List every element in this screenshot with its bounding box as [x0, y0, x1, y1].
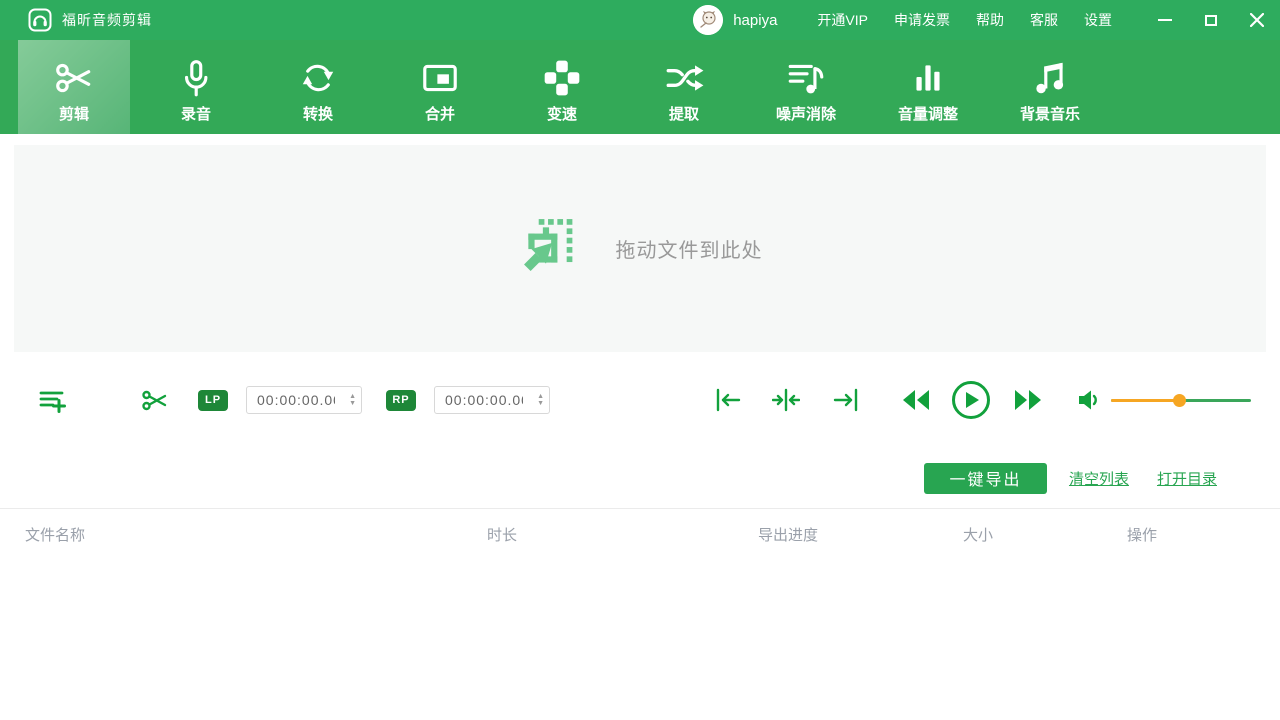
fast-forward-button[interactable] — [1014, 389, 1042, 411]
tab-denoise[interactable]: 噪声消除 — [750, 40, 862, 134]
music-note-icon — [1029, 55, 1071, 101]
maximize-button[interactable] — [1188, 0, 1234, 40]
fast-forward-icon — [1014, 389, 1042, 411]
tab-label: 合并 — [425, 103, 455, 124]
rewind-icon — [902, 389, 930, 411]
play-icon — [966, 392, 980, 408]
tab-label: 剪辑 — [59, 103, 89, 124]
volume-slider-fill — [1111, 399, 1180, 402]
close-icon — [1250, 13, 1264, 27]
jump-to-cursor-button[interactable] — [772, 388, 800, 412]
left-point-time-input[interactable] — [247, 392, 335, 408]
tab-label: 背景音乐 — [1020, 103, 1080, 124]
export-row: 一键导出 清空列表 打开目录 — [0, 448, 1280, 508]
tab-clip[interactable]: 剪辑 — [18, 40, 130, 134]
left-point-badge[interactable]: LP — [198, 390, 228, 411]
tab-merge[interactable]: 合并 — [384, 40, 496, 134]
jump-start-icon — [714, 388, 742, 412]
drag-drop-icon — [518, 217, 576, 280]
export-all-button[interactable]: 一键导出 — [924, 463, 1047, 494]
spinner-up-icon[interactable]: ▲ — [349, 393, 356, 400]
window-controls — [1142, 0, 1280, 40]
column-header-export-progress: 导出进度 — [758, 524, 818, 545]
menu-invoice[interactable]: 申请发票 — [894, 10, 950, 30]
spinner-down-icon[interactable]: ▼ — [537, 400, 544, 407]
drop-hint-text: 拖动文件到此处 — [616, 234, 763, 263]
microphone-icon — [175, 55, 217, 101]
add-to-list-button[interactable] — [38, 386, 66, 414]
volume-slider[interactable] — [1111, 393, 1251, 407]
titlebar: 福昕音频剪辑 hapiya 开通VIP 申请发票 帮助 客服 设置 — [0, 0, 1280, 40]
column-header-duration: 时长 — [487, 524, 517, 545]
scissors-icon — [53, 55, 95, 101]
rewind-button[interactable] — [902, 389, 930, 411]
app-branding: 福昕音频剪辑 — [0, 8, 152, 32]
tab-label: 变速 — [547, 103, 577, 124]
minimize-icon — [1158, 19, 1172, 21]
jump-to-start-button[interactable] — [714, 388, 742, 412]
tab-label: 噪声消除 — [776, 103, 836, 124]
tab-background-music[interactable]: 背景音乐 — [994, 40, 1106, 134]
cut-button[interactable] — [141, 387, 168, 414]
convert-arrows-icon — [297, 55, 339, 101]
titlebar-right: hapiya 开通VIP 申请发票 帮助 客服 设置 — [693, 0, 1280, 40]
lp-spinner: ▲ ▼ — [349, 387, 356, 413]
tab-volume-adjust[interactable]: 音量调整 — [872, 40, 984, 134]
tab-record[interactable]: 录音 — [140, 40, 252, 134]
jump-to-end-button[interactable] — [832, 388, 860, 412]
tab-label: 音量调整 — [898, 103, 958, 124]
right-point-time-input[interactable] — [435, 392, 523, 408]
menu-support[interactable]: 客服 — [1030, 10, 1058, 30]
menu-open-vip[interactable]: 开通VIP — [817, 10, 868, 30]
menu-settings[interactable]: 设置 — [1084, 10, 1112, 30]
file-table-header: 文件名称 时长 导出进度 大小 操作 — [0, 508, 1280, 555]
ribbon: 剪辑 录音 转换 合并 — [0, 40, 1280, 134]
mute-button[interactable] — [1078, 389, 1100, 411]
volume-slider-thumb[interactable] — [1173, 394, 1186, 407]
minimize-button[interactable] — [1142, 0, 1188, 40]
tab-extract[interactable]: 提取 — [628, 40, 740, 134]
right-point-time-box: ▲ ▼ — [434, 386, 550, 414]
left-point-time-box: ▲ ▼ — [246, 386, 362, 414]
rp-spinner: ▲ ▼ — [537, 387, 544, 413]
column-header-size: 大小 — [963, 524, 993, 545]
tab-label: 转换 — [303, 103, 333, 124]
spinner-up-icon[interactable]: ▲ — [537, 393, 544, 400]
clear-list-link[interactable]: 清空列表 — [1069, 468, 1129, 489]
file-table-body — [0, 555, 1280, 720]
spinner-down-icon[interactable]: ▼ — [349, 400, 356, 407]
jump-center-icon — [772, 388, 800, 412]
avatar[interactable] — [693, 5, 723, 35]
control-bar: LP ▲ ▼ RP ▲ ▼ — [0, 352, 1280, 448]
close-button[interactable] — [1234, 0, 1280, 40]
username[interactable]: hapiya — [733, 12, 777, 29]
app-title: 福昕音频剪辑 — [62, 10, 152, 30]
maximize-icon — [1205, 15, 1217, 26]
speed-pad-icon — [541, 55, 583, 101]
column-header-filename: 文件名称 — [25, 524, 85, 545]
playlist-note-icon — [785, 55, 827, 101]
app-logo-headphone-icon — [28, 8, 52, 32]
open-folder-link[interactable]: 打开目录 — [1157, 468, 1217, 489]
file-drop-zone[interactable]: 拖动文件到此处 — [14, 145, 1266, 352]
scissors-icon — [141, 387, 168, 414]
shuffle-icon — [663, 55, 705, 101]
play-button[interactable] — [952, 381, 990, 419]
tab-label: 提取 — [669, 103, 699, 124]
tab-label: 录音 — [181, 103, 211, 124]
bar-chart-icon — [907, 55, 949, 101]
jump-end-icon — [832, 388, 860, 412]
add-to-list-icon — [38, 386, 66, 414]
right-point-badge[interactable]: RP — [386, 390, 416, 411]
speaker-icon — [1078, 389, 1100, 411]
menu-help[interactable]: 帮助 — [976, 10, 1004, 30]
tab-convert[interactable]: 转换 — [262, 40, 374, 134]
merge-icon — [419, 55, 461, 101]
column-header-action: 操作 — [1127, 524, 1157, 545]
tab-speed[interactable]: 变速 — [506, 40, 618, 134]
